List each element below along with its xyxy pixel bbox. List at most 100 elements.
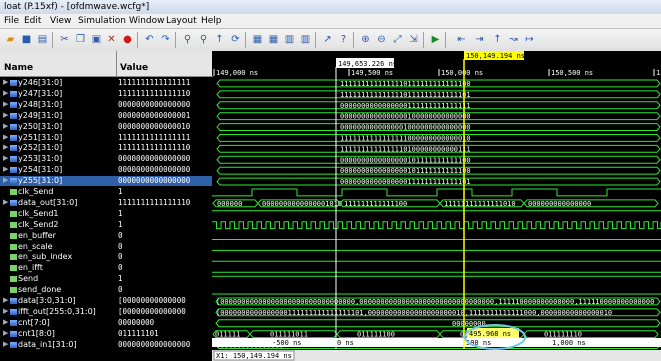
signal-value: 1111111111111110 bbox=[118, 88, 191, 98]
expand-icon[interactable]: ▶ bbox=[3, 165, 8, 173]
expand-icon[interactable]: ▶ bbox=[3, 100, 8, 108]
ruler-label: 151,0 bbox=[656, 69, 661, 77]
menu-window[interactable]: Window bbox=[129, 16, 165, 26]
signal-row[interactable]: clk_Send 1 bbox=[0, 187, 212, 197]
expand-icon[interactable]: ▶ bbox=[3, 122, 8, 130]
paste-icon[interactable]: ▣ bbox=[90, 33, 103, 46]
signal-row[interactable]: ▶ data[3:0,31:0] [00000000000000 bbox=[0, 296, 212, 306]
zoom-cursor-icon[interactable]: ⇲ bbox=[407, 33, 420, 46]
expand-icon[interactable]: ▶ bbox=[3, 154, 8, 162]
expand-icon[interactable]: ▶ bbox=[3, 307, 8, 315]
toolbar-divider bbox=[137, 32, 138, 48]
cut-icon[interactable]: ✂ bbox=[58, 33, 71, 46]
signal-row[interactable]: en_sub_index 0 bbox=[0, 252, 212, 262]
menu-view[interactable]: View bbox=[50, 16, 71, 26]
expand-icon[interactable]: ▶ bbox=[3, 89, 8, 97]
redo-icon[interactable]: ↷ bbox=[159, 33, 172, 46]
marker-add-icon[interactable]: ↦ bbox=[523, 33, 536, 46]
zoom-in-icon[interactable]: ⊕ bbox=[359, 33, 372, 46]
name-column-header[interactable]: Name bbox=[0, 51, 116, 77]
x1-label: X1: 150,149.194 ns bbox=[216, 352, 292, 360]
bus-signal-icon bbox=[10, 123, 17, 130]
signal-row[interactable]: ▶ y254[31:0] 0000000000000000 bbox=[0, 165, 212, 175]
bit-signal-icon bbox=[10, 243, 17, 250]
signal-row[interactable]: send_done 0 bbox=[0, 285, 212, 295]
stop-icon[interactable]: ● bbox=[121, 33, 134, 46]
layout4-icon[interactable]: ▥ bbox=[299, 33, 312, 46]
expand-icon[interactable]: ▶ bbox=[3, 198, 8, 206]
refresh-icon[interactable]: ⟳ bbox=[229, 33, 242, 46]
signal-row[interactable]: en_ifft 0 bbox=[0, 263, 212, 273]
signal-row[interactable]: ▶ cnt[7:0] 00000000 bbox=[0, 318, 212, 328]
signal-row[interactable]: ▶ y250[31:0] 0000000000000010 bbox=[0, 122, 212, 132]
layout2-icon[interactable]: ▦ bbox=[267, 33, 280, 46]
copy-icon[interactable]: ❐ bbox=[74, 33, 87, 46]
bus-wave-value: [0000000000000000111111111111111101,0000… bbox=[216, 309, 612, 317]
layout1-icon[interactable]: ▦ bbox=[251, 33, 264, 46]
signal-row[interactable]: Send 1 bbox=[0, 274, 212, 284]
expand-icon[interactable]: ▶ bbox=[3, 340, 8, 348]
expand-icon[interactable]: ▶ bbox=[3, 143, 8, 151]
delete-icon[interactable]: ✕ bbox=[105, 33, 118, 46]
menu-file[interactable]: File bbox=[4, 16, 19, 26]
signal-row[interactable]: ▶ ifft_out[255:0,31:0] [00000000000000 bbox=[0, 307, 212, 317]
menu-edit[interactable]: Edit bbox=[24, 16, 41, 26]
expand-icon[interactable]: ▶ bbox=[3, 133, 8, 141]
zoom-fit-icon[interactable]: ⤢ bbox=[391, 33, 404, 46]
signal-row[interactable]: ▶ y253[31:0] 0000000000000000 bbox=[0, 154, 212, 164]
window-title: loat (P.15xf) - [ofdmwave.wcfg*] bbox=[4, 2, 150, 12]
print-icon[interactable]: ▤ bbox=[36, 33, 49, 46]
signal-row[interactable]: ▶ y252[31:0] 1111111111111110 bbox=[0, 143, 212, 153]
signal-row[interactable]: ▶ y255[31:0] 0000000000000000 bbox=[0, 176, 212, 187]
signal-value: 0000000000000000 bbox=[118, 176, 191, 186]
marker-icon[interactable]: ↑ bbox=[213, 33, 226, 46]
signal-row[interactable]: clk_Send2 1 bbox=[0, 220, 212, 230]
swap-icon[interactable]: ↝ bbox=[507, 33, 520, 46]
pointer-icon[interactable]: ↗ bbox=[321, 33, 334, 46]
signal-value: 0000000000000000 bbox=[118, 339, 191, 349]
bus-signal-icon bbox=[10, 319, 17, 326]
next-transition-icon[interactable]: ⇥ bbox=[473, 33, 486, 46]
bus-signal-icon bbox=[10, 145, 17, 152]
undo-icon[interactable]: ↶ bbox=[143, 33, 156, 46]
zoom-out-icon[interactable]: ⊖ bbox=[375, 33, 388, 46]
menu-help[interactable]: Help bbox=[201, 16, 222, 26]
menu-layout[interactable]: Layout bbox=[166, 16, 197, 26]
signal-value: 0000000000000000 bbox=[118, 154, 191, 164]
find-next-icon[interactable]: ⚲ bbox=[197, 33, 210, 46]
expand-icon[interactable]: ▶ bbox=[3, 329, 8, 337]
toolbar-divider bbox=[52, 32, 53, 48]
signal-row[interactable]: clk_Send1 1 bbox=[0, 209, 212, 219]
signal-value: 0000000000000010 bbox=[118, 121, 191, 131]
waveform-canvas[interactable]: 149,000 ns 149,500 ns 150,000 ns 150,500 ns… bbox=[212, 51, 661, 361]
expand-icon[interactable]: ▶ bbox=[3, 296, 8, 304]
layout3-icon[interactable]: ▥ bbox=[283, 33, 296, 46]
bus-wave-value: 0000000000000001000000000000000 bbox=[340, 124, 471, 132]
expand-icon[interactable]: ▶ bbox=[3, 176, 8, 184]
help-icon[interactable]: ? bbox=[337, 33, 350, 46]
expand-icon[interactable]: ▶ bbox=[3, 78, 8, 86]
goto-time-icon[interactable]: ▶ bbox=[429, 33, 442, 46]
signal-row[interactable]: ▶ y249[31:0] 0000000000000001 bbox=[0, 111, 212, 121]
signal-row[interactable]: ▶ y246[31:0] 1111111111111111 bbox=[0, 78, 212, 88]
find-icon[interactable]: ⚲ bbox=[181, 33, 194, 46]
up-icon[interactable]: ↑ bbox=[491, 33, 504, 46]
bit-signal-icon bbox=[10, 189, 17, 195]
signal-row[interactable]: ▶ y248[31:0] 0000000000000000 bbox=[0, 100, 212, 110]
value-column-header[interactable]: Value bbox=[116, 51, 213, 77]
signal-row[interactable]: ▶ cnt1[8:0] 011111101 bbox=[0, 329, 212, 339]
signal-row[interactable]: ▶ y247[31:0] 1111111111111110 bbox=[0, 89, 212, 99]
prev-transition-icon[interactable]: ⇤ bbox=[455, 33, 468, 46]
toolbar: ▰ ■ ▤ ✂ ❐ ▣ ✕ ● ↶ ↷ ⚲ ⚲ ↑ ⟳ ▦ ▦ ▥ ▥ ↗ ? … bbox=[0, 29, 661, 52]
signal-value: 011111101 bbox=[118, 328, 159, 338]
signal-row[interactable]: ▶ data_in1[31:0] 0000000000000000 bbox=[0, 340, 212, 350]
menu-simulation[interactable]: Simulation bbox=[78, 16, 126, 26]
expand-icon[interactable]: ▶ bbox=[3, 111, 8, 119]
signal-row[interactable]: ▶ data_out[31:0] 1111111111111110 bbox=[0, 198, 212, 208]
signal-row[interactable]: en_buffer 0 bbox=[0, 231, 212, 241]
save-icon[interactable]: ■ bbox=[20, 33, 33, 46]
signal-row[interactable]: en_scale 0 bbox=[0, 242, 212, 252]
signal-row[interactable]: ▶ y251[31:0] 1111111111111111 bbox=[0, 133, 212, 143]
expand-icon[interactable]: ▶ bbox=[3, 318, 8, 326]
open-icon[interactable]: ▰ bbox=[4, 33, 17, 46]
